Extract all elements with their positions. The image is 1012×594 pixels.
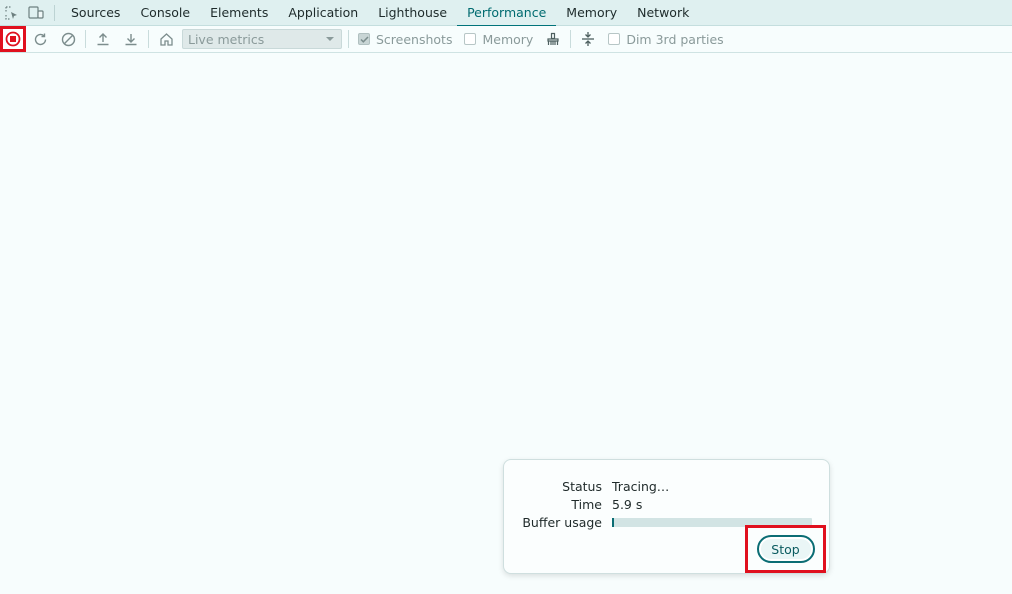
clear-icon bbox=[61, 32, 75, 46]
record-button[interactable] bbox=[0, 26, 26, 52]
status-label: Status bbox=[562, 478, 602, 494]
inspect-element-icon[interactable] bbox=[0, 0, 24, 26]
download-icon bbox=[125, 34, 137, 46]
upload-icon bbox=[97, 33, 109, 46]
collect-garbage-button[interactable] bbox=[539, 26, 567, 52]
toolbar-separator bbox=[348, 30, 349, 48]
live-metrics-label: Live metrics bbox=[188, 31, 265, 47]
status-value: Tracing… bbox=[612, 478, 670, 494]
recording-status-dialog: Status Tracing… Time 5.9 s Buffer usage … bbox=[503, 459, 830, 574]
tab-sources[interactable]: Sources bbox=[61, 0, 130, 26]
clear-button[interactable] bbox=[54, 26, 82, 52]
time-value: 5.9 s bbox=[612, 496, 643, 512]
memory-label: Memory bbox=[482, 31, 534, 47]
screenshots-checkbox[interactable]: Screenshots bbox=[352, 32, 458, 47]
tab-elements[interactable]: Elements bbox=[200, 0, 278, 26]
memory-checkbox[interactable]: Memory bbox=[458, 32, 539, 47]
reload-icon bbox=[34, 33, 46, 45]
memory-checkbox-box[interactable] bbox=[464, 33, 477, 45]
home-button[interactable] bbox=[152, 26, 180, 52]
download-profile-button[interactable] bbox=[117, 26, 145, 52]
status-row: Status Tracing… bbox=[504, 478, 669, 494]
tab-network[interactable]: Network bbox=[627, 0, 699, 26]
time-label: Time bbox=[571, 496, 602, 512]
reload-record-button[interactable] bbox=[26, 26, 54, 52]
collapse-vertical-icon bbox=[582, 32, 595, 46]
checkmark-icon bbox=[359, 35, 369, 43]
dim-third-parties-checkbox-box[interactable] bbox=[608, 33, 621, 45]
tab-separator bbox=[54, 4, 55, 21]
buffer-row: Buffer usage bbox=[504, 514, 602, 530]
tab-application[interactable]: Application bbox=[278, 0, 368, 26]
live-metrics-select[interactable]: Live metrics bbox=[182, 29, 342, 49]
tab-lighthouse[interactable]: Lighthouse bbox=[368, 0, 457, 26]
tab-console[interactable]: Console bbox=[130, 0, 200, 26]
broom-icon bbox=[547, 32, 559, 45]
dim-third-parties-checkbox[interactable]: Dim 3rd parties bbox=[602, 32, 729, 47]
screenshots-checkbox-box[interactable] bbox=[358, 33, 370, 45]
buffer-usage-label: Buffer usage bbox=[522, 514, 602, 530]
screenshots-label: Screenshots bbox=[376, 31, 453, 47]
toolbar-separator bbox=[148, 30, 149, 48]
devtools-tabbar: Sources Console Elements Application Lig… bbox=[0, 0, 1012, 27]
performance-toolbar: Live metrics Screenshots Memory Dim 3rd … bbox=[0, 26, 1012, 53]
time-row: Time 5.9 s bbox=[504, 496, 642, 512]
home-icon bbox=[159, 32, 173, 46]
stop-button[interactable]: Stop bbox=[756, 535, 815, 563]
toolbar-separator bbox=[570, 30, 572, 48]
dim-third-parties-label: Dim 3rd parties bbox=[626, 31, 724, 47]
tab-memory[interactable]: Memory bbox=[556, 0, 627, 26]
stop-recording-icon bbox=[5, 31, 21, 47]
toolbar-separator bbox=[85, 30, 86, 48]
stop-button-highlight: Stop bbox=[745, 525, 826, 573]
device-toolbar-icon[interactable] bbox=[24, 0, 48, 26]
buffer-usage-fill bbox=[612, 518, 614, 527]
collapse-button[interactable] bbox=[574, 26, 602, 52]
tab-performance[interactable]: Performance bbox=[457, 0, 557, 27]
dropdown-arrow-icon bbox=[326, 37, 334, 41]
upload-profile-button[interactable] bbox=[89, 26, 117, 52]
